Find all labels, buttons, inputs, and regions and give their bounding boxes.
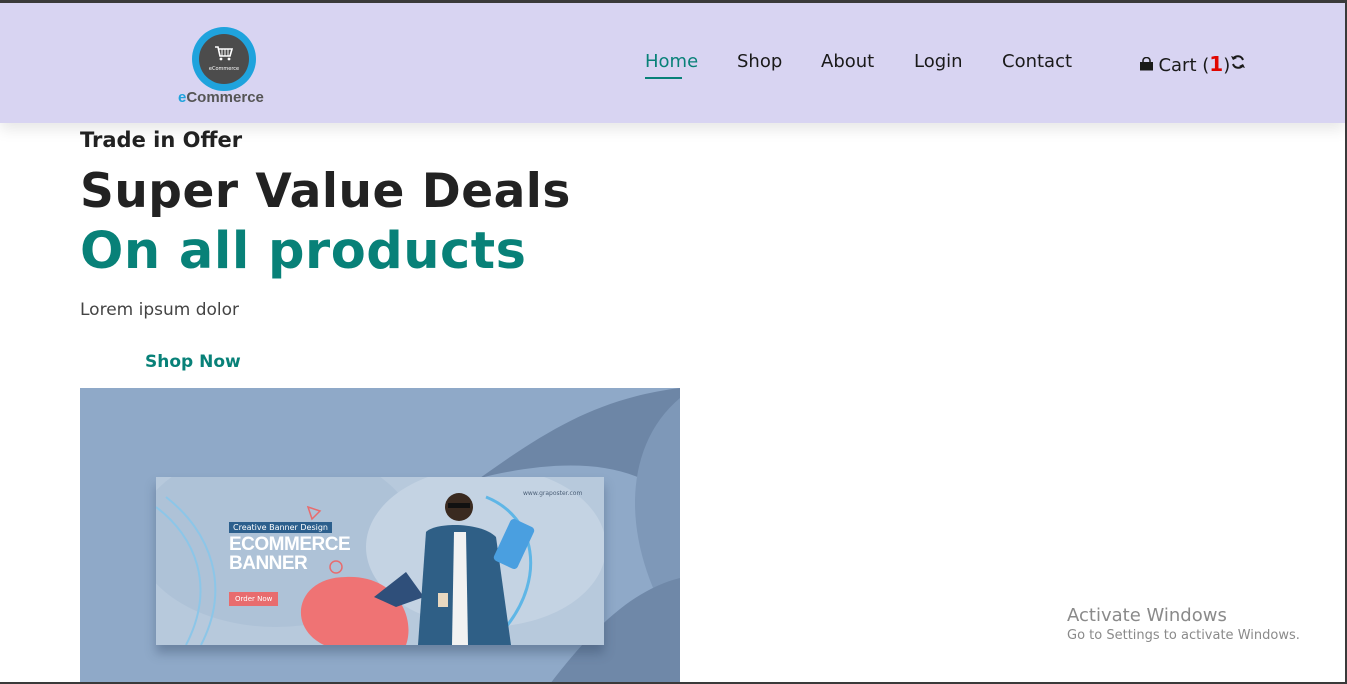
hero-subtitle: On all products bbox=[80, 222, 527, 281]
nav-link-contact[interactable]: Contact bbox=[1002, 51, 1072, 72]
banner-title-line2: BANNER bbox=[229, 553, 308, 574]
navbar: eCommerce eCommerce Home Shop About Logi… bbox=[0, 3, 1345, 123]
cart-label: Cart ( bbox=[1158, 55, 1210, 76]
banner-card: www.graposter.com Creative Banner Design… bbox=[156, 477, 604, 645]
hero-title: Super Value Deals bbox=[80, 164, 571, 219]
hero-banner-image: www.graposter.com Creative Banner Design… bbox=[80, 388, 680, 684]
cart-count: 1 bbox=[1209, 52, 1224, 76]
banner-order-button: Order Now bbox=[229, 592, 279, 606]
nav-link-about[interactable]: About bbox=[821, 51, 874, 72]
shopping-bag-icon bbox=[1139, 56, 1158, 75]
banner-website: www.graposter.com bbox=[523, 490, 583, 497]
shop-now-button[interactable]: Shop Now bbox=[145, 352, 241, 372]
brand-logo[interactable]: eCommerce eCommerce bbox=[176, 27, 276, 109]
watermark-title: Activate Windows bbox=[1067, 605, 1227, 626]
logo-badge-text: eCommerce bbox=[208, 66, 240, 72]
window-top-border bbox=[0, 0, 1347, 3]
hero-eyebrow: Trade in Offer bbox=[80, 128, 243, 152]
activate-windows-watermark: Activate Windows Go to Settings to activ… bbox=[1067, 605, 1300, 643]
cart-link[interactable]: Cart (1) bbox=[1139, 52, 1230, 76]
logo-badge: eCommerce bbox=[192, 27, 256, 91]
brand-name: eCommerce bbox=[178, 89, 264, 106]
banner-card-art bbox=[156, 477, 604, 645]
watermark-subtitle: Go to Settings to activate Windows. bbox=[1067, 628, 1300, 643]
nav-link-shop[interactable]: Shop bbox=[737, 51, 782, 72]
hero-description: Lorem ipsum dolor bbox=[80, 300, 240, 320]
banner-tag: Creative Banner Design bbox=[229, 522, 332, 533]
refresh-icon[interactable] bbox=[1230, 54, 1246, 74]
shopping-cart-icon bbox=[214, 45, 234, 64]
nav-link-home[interactable]: Home bbox=[645, 51, 698, 79]
nav-link-login[interactable]: Login bbox=[914, 51, 963, 72]
